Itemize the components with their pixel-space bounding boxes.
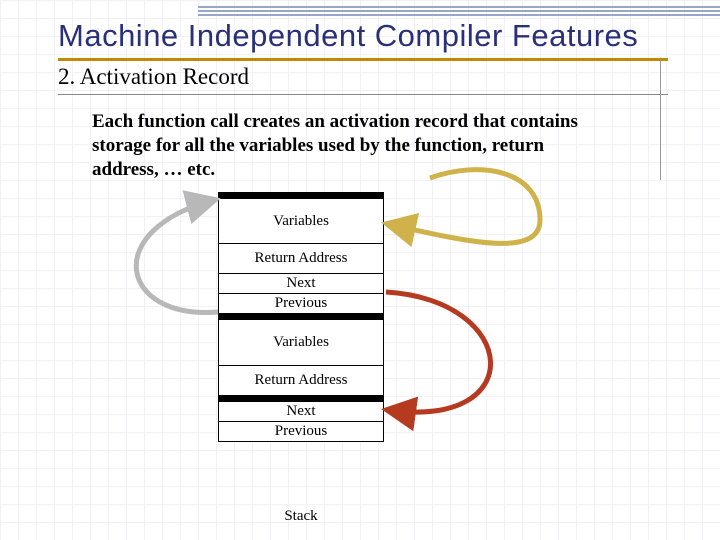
title-decoration-bars <box>198 6 720 16</box>
slide-title: Machine Independent Compiler Features <box>58 18 700 54</box>
stack-row-return-address-2: Return Address <box>218 366 384 396</box>
activation-record-stack: Variables Return Address Next Previous V… <box>218 192 384 442</box>
body-paragraph: Each function call creates an activation… <box>92 110 612 181</box>
section-underline <box>58 94 668 95</box>
stack-row-next-1: Next <box>218 274 384 294</box>
slide: Machine Independent Compiler Features 2.… <box>0 0 720 540</box>
arrow-red <box>386 292 491 412</box>
stack-row-variables-1: Variables <box>218 198 384 244</box>
stack-row-variables-2: Variables <box>218 320 384 366</box>
title-block: Machine Independent Compiler Features <box>58 6 700 61</box>
stack-row-next-2: Next <box>218 402 384 422</box>
stack-row-return-address-1: Return Address <box>218 244 384 274</box>
stack-caption: Stack <box>218 508 384 525</box>
vertical-rule <box>660 60 661 180</box>
stack-row-previous-1: Previous <box>218 294 384 314</box>
stack-row-previous-2: Previous <box>218 422 384 442</box>
title-underline <box>58 58 668 61</box>
arrow-gray <box>136 200 218 313</box>
section-heading: 2. Activation Record <box>58 64 249 90</box>
